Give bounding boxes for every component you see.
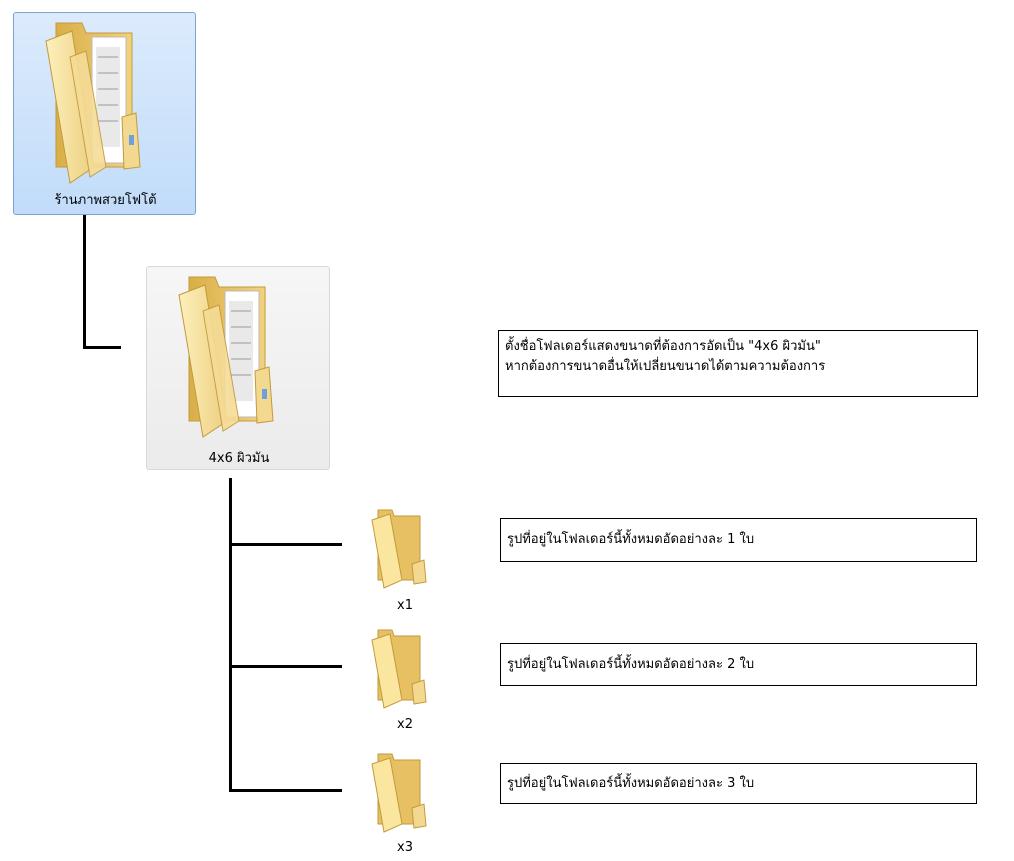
copy-folder-x2[interactable] xyxy=(368,626,430,710)
copy-note-x1: รูปที่อยู่ในโฟลเดอร์นี้ทั้งหมดอัดอย่างละ… xyxy=(500,518,977,562)
folder-icon xyxy=(169,271,289,443)
size-folder-label: 4x6 ผิวมัน xyxy=(208,451,270,466)
copy-folder-x2-label: x2 xyxy=(397,717,413,732)
connector-root-horizontal xyxy=(83,346,121,349)
connector-x2 xyxy=(229,665,342,668)
copy-folder-x3-label: x3 xyxy=(397,840,413,855)
copy-note-x3: รูปที่อยู่ในโฟลเดอร์นี้ทั้งหมดอัดอย่างละ… xyxy=(500,763,977,804)
copy-folder-x3[interactable] xyxy=(368,750,430,834)
size-note-line-1: ตั้งชื่อโฟลเดอร์แสดงขนาดที่ต้องการอัดเป็… xyxy=(505,339,821,354)
connector-x1 xyxy=(229,543,342,546)
copy-note-x2: รูปที่อยู่ในโฟลเดอร์นี้ทั้งหมดอัดอย่างละ… xyxy=(500,643,977,686)
size-note: ตั้งชื่อโฟลเดอร์แสดงขนาดที่ต้องการอัดเป็… xyxy=(498,330,978,397)
size-note-line-2: หากต้องการขนาดอื่นให้เปลี่ยนขนาดได้ตามคว… xyxy=(505,359,826,374)
folder-icon xyxy=(36,17,156,189)
root-folder-label: ร้านภาพสวยโฟโต้ xyxy=(54,193,157,208)
root-folder[interactable]: ร้านภาพสวยโฟโต้ xyxy=(13,12,196,215)
connector-root-vertical xyxy=(83,215,86,348)
copy-folder-x1-label: x1 xyxy=(397,598,413,613)
size-folder[interactable]: 4x6 ผิวมัน xyxy=(146,266,330,470)
copy-folder-x1[interactable] xyxy=(368,506,430,590)
connector-trunk-vertical xyxy=(229,478,232,792)
connector-x3 xyxy=(229,789,342,792)
